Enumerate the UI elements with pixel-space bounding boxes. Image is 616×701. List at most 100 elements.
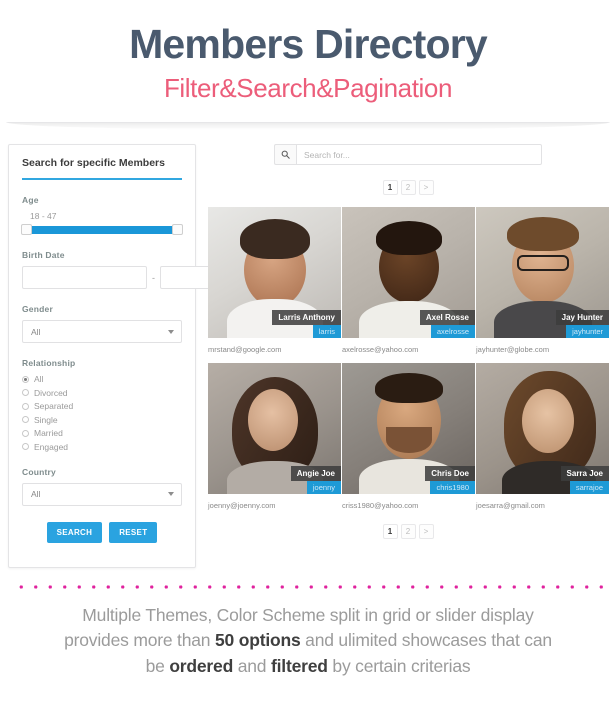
search-button[interactable]: SEARCH [46, 521, 103, 543]
footer-line3-part-e: by certain criterias [327, 655, 471, 676]
member-card[interactable]: Angie Joe joenny joenny@joenny.com [208, 363, 341, 510]
main-body: Search for specific Members Age 18 - 47 … [0, 144, 616, 574]
pagination-page-2[interactable]: 2 [400, 524, 416, 540]
chevron-down-icon [168, 329, 174, 334]
birth-date-label: Birth Date [22, 250, 65, 261]
dotted-divider [12, 585, 604, 590]
age-range-slider[interactable] [21, 224, 183, 236]
search-input[interactable] [296, 144, 542, 166]
member-name: Angie Joe [290, 466, 341, 482]
pagination-next-button[interactable]: > [418, 180, 434, 196]
relationship-option-engaged[interactable]: Engaged [22, 442, 182, 452]
relationship-option-divorced[interactable]: Divorced [22, 388, 182, 398]
member-email: mrstand@google.com [208, 345, 282, 355]
age-slider-handle-min[interactable] [21, 224, 32, 236]
member-card[interactable]: Chris Doe chris1980 criss1980@yahoo.com [342, 363, 475, 510]
member-badges: Axel Rosse axelrosse [342, 310, 475, 339]
birth-date-from-input[interactable] [22, 266, 147, 290]
member-card[interactable]: Sarra Joe sarrajoe joesarra@gmail.com [476, 363, 609, 510]
member-photo: Jay Hunter jayhunter [476, 207, 609, 339]
footer-highlight-ordered: ordered [169, 655, 234, 676]
member-name: Axel Rosse [419, 310, 475, 326]
relationship-radio-group: All Divorced Separated Single Married En… [22, 374, 182, 452]
member-email: jayhunter@globe.com [476, 345, 550, 355]
member-badges: Larris Anthony larris [208, 310, 341, 339]
member-card[interactable]: Jay Hunter jayhunter jayhunter@globe.com [476, 207, 609, 354]
relationship-option-separated[interactable]: Separated [22, 401, 182, 411]
footer-highlight-options: 50 options [214, 630, 301, 651]
relationship-option-label: Single [34, 414, 58, 425]
country-select[interactable]: All [22, 482, 182, 506]
page-root: Members Directory Filter&Search&Paginati… [0, 0, 616, 701]
members-grid: Larris Anthony larris mrstand@google.com… [208, 207, 609, 519]
pagination-page-2[interactable]: 2 [400, 180, 416, 196]
chevron-down-icon [168, 492, 174, 497]
filter-sidebar: Search for specific Members Age 18 - 47 … [8, 144, 285, 569]
age-slider-track [22, 226, 182, 235]
radio-icon[interactable] [22, 389, 29, 397]
country-label: Country [22, 466, 56, 477]
page-subtitle: Filter&Search&Pagination [163, 73, 453, 104]
search-icon[interactable] [274, 144, 296, 166]
radio-icon[interactable] [22, 402, 29, 410]
radio-icon[interactable] [22, 416, 29, 424]
filter-actions: SEARCH RESET [22, 521, 182, 543]
member-email: joenny@joenny.com [208, 501, 276, 511]
member-name: Sarra Joe [560, 466, 609, 482]
member-username: axelrosse [430, 325, 475, 339]
member-name: Larris Anthony [272, 310, 341, 326]
age-slider-handle-max[interactable] [172, 224, 183, 236]
footer-line-1: Multiple Themes, Color Scheme split in g… [82, 605, 534, 626]
member-photo: Chris Doe chris1980 [342, 363, 475, 495]
relationship-option-single[interactable]: Single [22, 415, 182, 425]
header-divider [6, 122, 610, 131]
member-card[interactable]: Axel Rosse axelrosse axelrosse@yahoo.com [342, 207, 475, 354]
relationship-option-married[interactable]: Married [22, 428, 182, 438]
birth-date-row: - [22, 266, 285, 290]
member-email: joesarra@gmail.com [476, 501, 545, 511]
member-name: Jay Hunter [555, 310, 609, 326]
radio-icon[interactable] [22, 429, 29, 437]
gender-selected-value: All [31, 326, 41, 337]
pagination-bottom: 1 2 > [208, 524, 608, 540]
member-username: joenny [306, 481, 341, 495]
pagination-page-1[interactable]: 1 [382, 524, 398, 540]
member-username: sarrajoe [569, 481, 609, 495]
member-photo: Larris Anthony larris [208, 207, 341, 339]
member-email: axelrosse@yahoo.com [342, 345, 419, 355]
relationship-option-all[interactable]: All [22, 374, 182, 384]
pagination-top: 1 2 > [208, 180, 608, 196]
member-username: chris1980 [430, 481, 475, 495]
footer-line3-part-c: and [233, 655, 272, 676]
member-badges: Chris Doe chris1980 [342, 466, 475, 495]
pagination-page-1[interactable]: 1 [382, 180, 398, 196]
radio-icon[interactable] [22, 443, 29, 451]
sidebar-title-underline [22, 178, 182, 181]
relationship-option-label: Married [34, 428, 63, 439]
member-badges: Sarra Joe sarrajoe [476, 466, 609, 495]
search-bar [208, 144, 608, 166]
page-header: Members Directory Filter&Search&Paginati… [0, 0, 616, 104]
relationship-option-label: Divorced [34, 387, 68, 398]
radio-icon[interactable] [22, 375, 29, 383]
member-card[interactable]: Larris Anthony larris mrstand@google.com [208, 207, 341, 354]
member-email: criss1980@yahoo.com [342, 501, 419, 511]
footer-line2-part-c: and ulimited showcases that can [300, 630, 552, 651]
relationship-option-label: Engaged [34, 441, 69, 452]
member-badges: Jay Hunter jayhunter [476, 310, 609, 339]
country-selected-value: All [31, 489, 41, 500]
relationship-label: Relationship [22, 358, 76, 369]
gender-label: Gender [22, 304, 53, 315]
age-value: 18 - 47 [30, 211, 57, 222]
footer-description: Multiple Themes, Color Scheme split in g… [0, 603, 616, 679]
footer-line2-part-a: provides more than [64, 630, 215, 651]
sidebar-title: Search for specific Members [22, 157, 165, 170]
relationship-option-label: Separated [34, 401, 74, 412]
member-photo: Angie Joe joenny [208, 363, 341, 495]
gender-select[interactable]: All [22, 320, 182, 344]
pagination-next-button[interactable]: > [418, 524, 434, 540]
member-name: Chris Doe [425, 466, 475, 482]
birth-date-separator: - [152, 272, 155, 283]
reset-button[interactable]: RESET [109, 521, 158, 543]
search-group [274, 144, 542, 166]
